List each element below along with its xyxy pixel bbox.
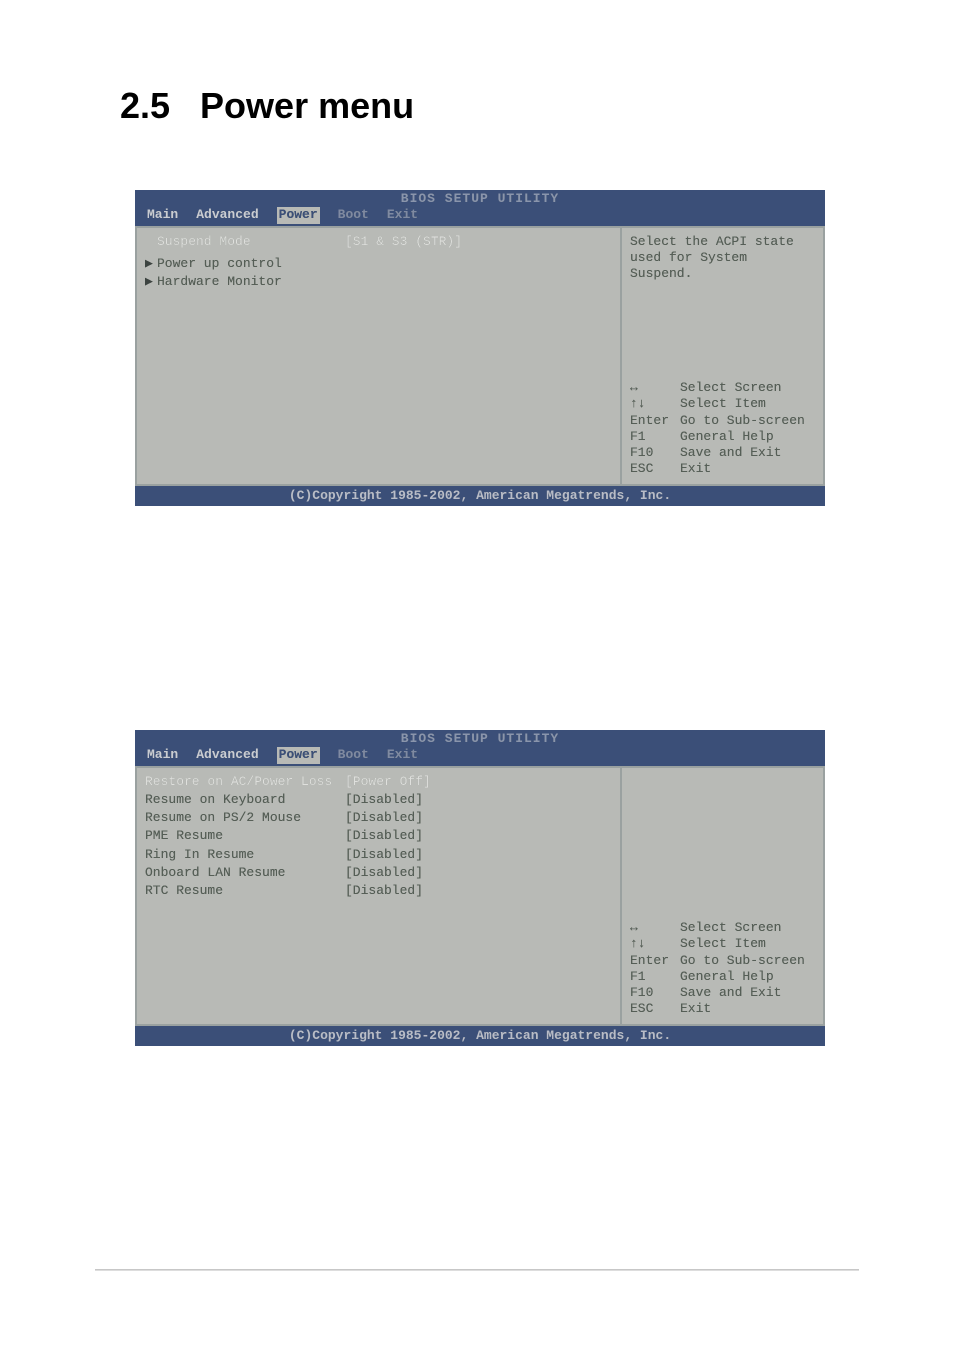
legend-text: Exit — [680, 461, 711, 477]
setting-row[interactable]: PME Resume [Disabled] — [145, 828, 612, 844]
legend-text: General Help — [680, 969, 774, 985]
bios-body: Restore on AC/Power Loss [Power Off] Res… — [135, 766, 825, 1026]
setting-label: Onboard LAN Resume — [145, 865, 345, 881]
tab-main[interactable]: Main — [147, 207, 178, 223]
setting-row[interactable]: Resume on Keyboard [Disabled] — [145, 792, 612, 808]
bios-window-power-up-control: BIOS SETUP UTILITY Main Advanced Power B… — [135, 730, 825, 1046]
legend-text: Select Screen — [680, 920, 781, 936]
legend-key: F10 — [630, 445, 680, 461]
setting-row[interactable]: ▶Hardware Monitor — [145, 274, 612, 290]
arrows-lr-icon: ↔ — [630, 380, 680, 396]
setting-label: Resume on Keyboard — [145, 792, 345, 808]
setting-row[interactable]: Suspend Mode [S1 & S3 (STR)] — [145, 234, 612, 250]
setting-row[interactable]: Resume on PS/2 Mouse [Disabled] — [145, 810, 612, 826]
tab-boot[interactable]: Boot — [338, 207, 369, 223]
setting-value: [Disabled] — [345, 810, 423, 826]
legend-key: F10 — [630, 985, 680, 1001]
arrows-lr-icon: ↔ — [630, 920, 680, 936]
setting-row[interactable]: ▶Power up control — [145, 256, 612, 272]
setting-row[interactable]: Onboard LAN Resume [Disabled] — [145, 865, 612, 881]
bios-title: BIOS SETUP UTILITY — [401, 731, 559, 746]
legend-key: Enter — [630, 413, 680, 429]
bios-tabs: Main Advanced Power Boot Exit — [135, 747, 825, 765]
setting-label: Power up control — [157, 256, 282, 271]
bios-title: BIOS SETUP UTILITY — [401, 191, 559, 206]
submenu-arrow-icon: ▶ — [145, 256, 157, 272]
tab-power[interactable]: Power — [277, 207, 320, 223]
bios-footer: (C)Copyright 1985-2002, American Megatre… — [135, 1026, 825, 1046]
legend-key: F1 — [630, 429, 680, 445]
setting-label: Resume on PS/2 Mouse — [145, 810, 345, 826]
setting-label: PME Resume — [145, 828, 345, 844]
setting-value: [Disabled] — [345, 828, 423, 844]
blank-icon — [145, 234, 157, 250]
legend-key: ESC — [630, 1001, 680, 1017]
setting-value: [Disabled] — [345, 883, 423, 899]
tab-main[interactable]: Main — [147, 747, 178, 763]
setting-value: [Disabled] — [345, 865, 423, 881]
tab-boot[interactable]: Boot — [338, 747, 369, 763]
setting-value: [Power Off] — [345, 774, 431, 790]
setting-value: [S1 & S3 (STR)] — [345, 234, 462, 250]
bios-footer: (C)Copyright 1985-2002, American Megatre… — [135, 486, 825, 506]
bios-window-power-menu: BIOS SETUP UTILITY Main Advanced Power B… — [135, 190, 825, 506]
legend-key: Enter — [630, 953, 680, 969]
tab-advanced[interactable]: Advanced — [196, 747, 258, 763]
setting-label: Restore on AC/Power Loss — [145, 774, 345, 790]
tab-exit[interactable]: Exit — [387, 207, 418, 223]
setting-label: Suspend Mode — [157, 234, 251, 249]
bios-tabs: Main Advanced Power Boot Exit — [135, 207, 825, 225]
bios-left-pane: Restore on AC/Power Loss [Power Off] Res… — [135, 766, 620, 1026]
bios-body: Suspend Mode [S1 & S3 (STR)] ▶Power up c… — [135, 226, 825, 486]
setting-label: Hardware Monitor — [157, 274, 282, 289]
section-number: 2.5 — [120, 85, 170, 126]
setting-value: [Disabled] — [345, 792, 423, 808]
legend-text: Go to Sub-screen — [680, 413, 805, 429]
arrows-ud-icon: ↑↓ — [630, 936, 680, 952]
setting-row[interactable]: Restore on AC/Power Loss [Power Off] — [145, 774, 612, 790]
page-title: 2.5 Power menu — [120, 85, 414, 127]
submenu-arrow-icon: ▶ — [145, 274, 157, 290]
bios-right-pane: ↔Select Screen ↑↓Select Item EnterGo to … — [620, 766, 825, 1026]
legend-text: Select Screen — [680, 380, 781, 396]
arrows-ud-icon: ↑↓ — [630, 396, 680, 412]
bios-left-pane: Suspend Mode [S1 & S3 (STR)] ▶Power up c… — [135, 226, 620, 486]
bios-header: BIOS SETUP UTILITY — [135, 190, 825, 207]
key-legend: ↔Select Screen ↑↓Select Item EnterGo to … — [630, 380, 815, 478]
legend-text: General Help — [680, 429, 774, 445]
setting-label: RTC Resume — [145, 883, 345, 899]
setting-row[interactable]: RTC Resume [Disabled] — [145, 883, 612, 899]
legend-text: Select Item — [680, 936, 766, 952]
legend-text: Save and Exit — [680, 985, 781, 1001]
bios-right-pane: Select the ACPI state used for System Su… — [620, 226, 825, 486]
setting-label: Ring In Resume — [145, 847, 345, 863]
section-name: Power menu — [200, 85, 414, 126]
legend-key: ESC — [630, 461, 680, 477]
key-legend: ↔Select Screen ↑↓Select Item EnterGo to … — [630, 920, 815, 1018]
setting-row[interactable]: Ring In Resume [Disabled] — [145, 847, 612, 863]
tab-power[interactable]: Power — [277, 747, 320, 763]
setting-value: [Disabled] — [345, 847, 423, 863]
bios-header: BIOS SETUP UTILITY — [135, 730, 825, 747]
legend-text: Go to Sub-screen — [680, 953, 805, 969]
page-divider — [95, 1269, 859, 1271]
help-text: Select the ACPI state used for System Su… — [630, 234, 815, 283]
tab-exit[interactable]: Exit — [387, 747, 418, 763]
legend-key: F1 — [630, 969, 680, 985]
legend-text: Exit — [680, 1001, 711, 1017]
legend-text: Select Item — [680, 396, 766, 412]
legend-text: Save and Exit — [680, 445, 781, 461]
tab-advanced[interactable]: Advanced — [196, 207, 258, 223]
